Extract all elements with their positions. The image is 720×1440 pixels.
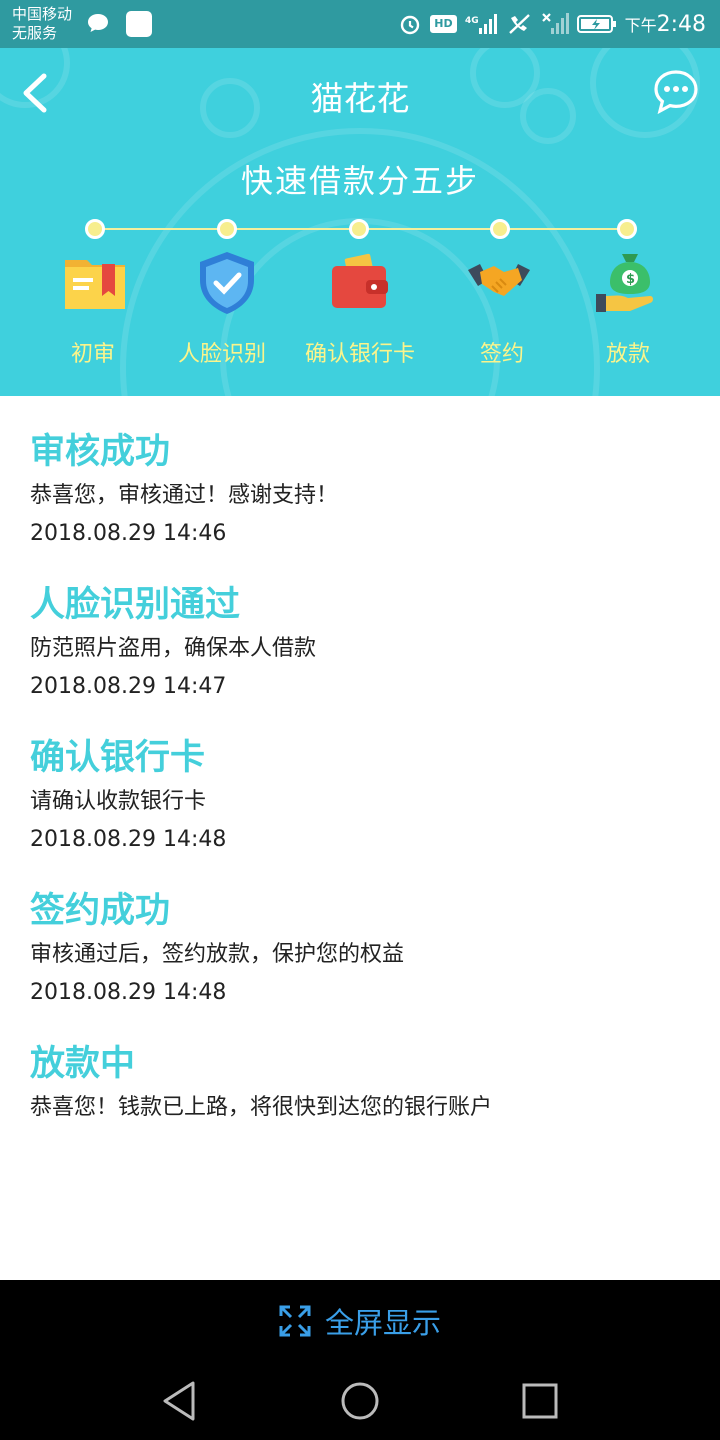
item-title: 签约成功 [30, 891, 171, 931]
item-timestamp: 2018.08.29 14:48 [30, 980, 227, 1005]
nav-recents-icon[interactable] [517, 1378, 563, 1424]
chat-icon[interactable] [652, 68, 700, 116]
message-icon [88, 14, 108, 32]
item-title: 人脸识别通过 [30, 585, 241, 625]
status-time: 下午2:48 [624, 11, 706, 37]
step-dot [617, 219, 637, 239]
fullscreen-label: 全屏显示 [324, 1306, 441, 1340]
item-description: 恭喜您！钱款已上路，将很快到达您的银行账户 [30, 1095, 493, 1120]
header-banner: 猫花花 快速借款分五步 $ 初审 人脸识别 确认银行卡 签约 放款 [0, 48, 720, 396]
item-title: 确认银行卡 [30, 738, 206, 778]
item-title: 放款中 [30, 1044, 136, 1084]
item-description: 审核通过后，签约放款，保护您的权益 [30, 942, 405, 967]
shield-check-icon [200, 252, 254, 314]
alarm-icon [401, 15, 420, 35]
list-item: 审核成功 恭喜您，审核通过！感谢支持！ 2018.08.29 14:46 [30, 430, 690, 550]
list-item: 确认银行卡 请确认收款银行卡 2018.08.29 14:48 [30, 736, 690, 856]
step-label: 人脸识别 [177, 342, 266, 367]
status-bar: 中国移动 无服务 HD 4G 下午2:48 [0, 0, 720, 48]
signal-off-icon [541, 13, 569, 34]
steps-subtitle: 快速借款分五步 [240, 162, 479, 200]
nav-home-icon[interactable] [337, 1378, 383, 1424]
folder-icon [65, 260, 125, 309]
step-dot [85, 219, 105, 239]
step-dot [349, 219, 369, 239]
item-description: 请确认收款银行卡 [30, 789, 207, 814]
navigation-bar [0, 1362, 720, 1440]
battery-charging-icon [576, 15, 616, 33]
list-item: 放款中 恭喜您！钱款已上路，将很快到达您的银行账户 [30, 1042, 690, 1124]
signal-4g-icon: 4G [465, 14, 497, 34]
item-description: 恭喜您，审核通过！感谢支持！ [30, 483, 339, 508]
no-call-icon [508, 14, 530, 34]
hd-badge: HD [430, 15, 457, 33]
app-notification-icon [126, 11, 152, 37]
step-dot [490, 219, 510, 239]
svg-text:$: $ [626, 272, 635, 287]
step-dot [217, 219, 237, 239]
wallet-icon [332, 253, 388, 308]
item-description: 防范照片盗用，确保本人借款 [30, 636, 317, 661]
expand-icon [279, 1305, 311, 1337]
step-label: 确认银行卡 [304, 342, 415, 367]
step-label: 放款 [605, 342, 650, 367]
status-icons: HD 4G 下午2:48 [398, 0, 706, 48]
svg-text:4G: 4G [465, 16, 479, 26]
item-title: 审核成功 [30, 432, 171, 472]
list-item: 人脸识别通过 防范照片盗用，确保本人借款 2018.08.29 14:47 [30, 583, 690, 703]
progress-list: 审核成功 恭喜您，审核通过！感谢支持！ 2018.08.29 14:46 人脸识… [0, 396, 720, 1280]
carrier-name: 中国移动 [12, 5, 73, 23]
handshake-icon [468, 264, 530, 296]
item-timestamp: 2018.08.29 14:47 [30, 674, 227, 699]
money-bag-icon: $ [596, 254, 653, 312]
carrier-status: 无服务 [12, 24, 58, 42]
carrier-info: 中国移动 无服务 [12, 5, 72, 43]
fullscreen-button[interactable]: 全屏显示 [0, 1280, 720, 1362]
list-item: 签约成功 审核通过后，签约放款，保护您的权益 2018.08.29 14:48 [30, 889, 690, 1009]
nav-back-icon[interactable] [157, 1378, 203, 1424]
item-timestamp: 2018.08.29 14:48 [30, 827, 227, 852]
item-timestamp: 2018.08.29 14:46 [30, 521, 227, 546]
page-title: 猫花花 [310, 79, 410, 118]
